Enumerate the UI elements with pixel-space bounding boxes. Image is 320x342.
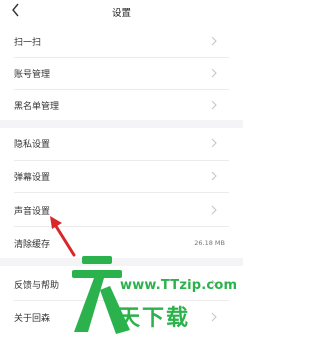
settings-item-label: 账号管理	[14, 70, 51, 80]
chevron-right-icon	[211, 100, 217, 110]
top-bar: 设置	[0, 0, 243, 24]
settings-item-label: 关于回森	[14, 314, 51, 324]
settings-item-sound[interactable]: 声音设置	[0, 195, 243, 225]
settings-item-label: 隐私设置	[14, 140, 51, 150]
settings-item-scan[interactable]: 扫一扫	[0, 26, 243, 56]
chevron-right-icon	[211, 138, 217, 148]
watermark-url: www.TTzip.com	[120, 278, 238, 293]
chevron-right-icon	[211, 171, 217, 181]
settings-item-label: 黑名单管理	[14, 102, 60, 112]
chevron-right-icon	[211, 36, 217, 46]
cache-size: 26.18 MB	[194, 239, 225, 247]
settings-item-privacy[interactable]: 隐私设置	[0, 128, 243, 158]
chevron-right-icon	[211, 68, 217, 78]
chevron-right-icon	[211, 205, 217, 215]
settings-item-account[interactable]: 账号管理	[0, 58, 243, 88]
page-title: 设置	[111, 8, 131, 19]
section-gap	[0, 120, 243, 128]
settings-item-label: 反馈与帮助	[14, 281, 60, 291]
divider	[14, 192, 229, 193]
settings-item-blacklist[interactable]: 黑名单管理	[0, 90, 243, 120]
watermark-brand: 天下载	[118, 306, 191, 331]
settings-item-label: 弹幕设置	[14, 173, 51, 183]
settings-item-danmaku[interactable]: 弹幕设置	[0, 161, 243, 191]
settings-item-label: 扫一扫	[14, 38, 42, 48]
